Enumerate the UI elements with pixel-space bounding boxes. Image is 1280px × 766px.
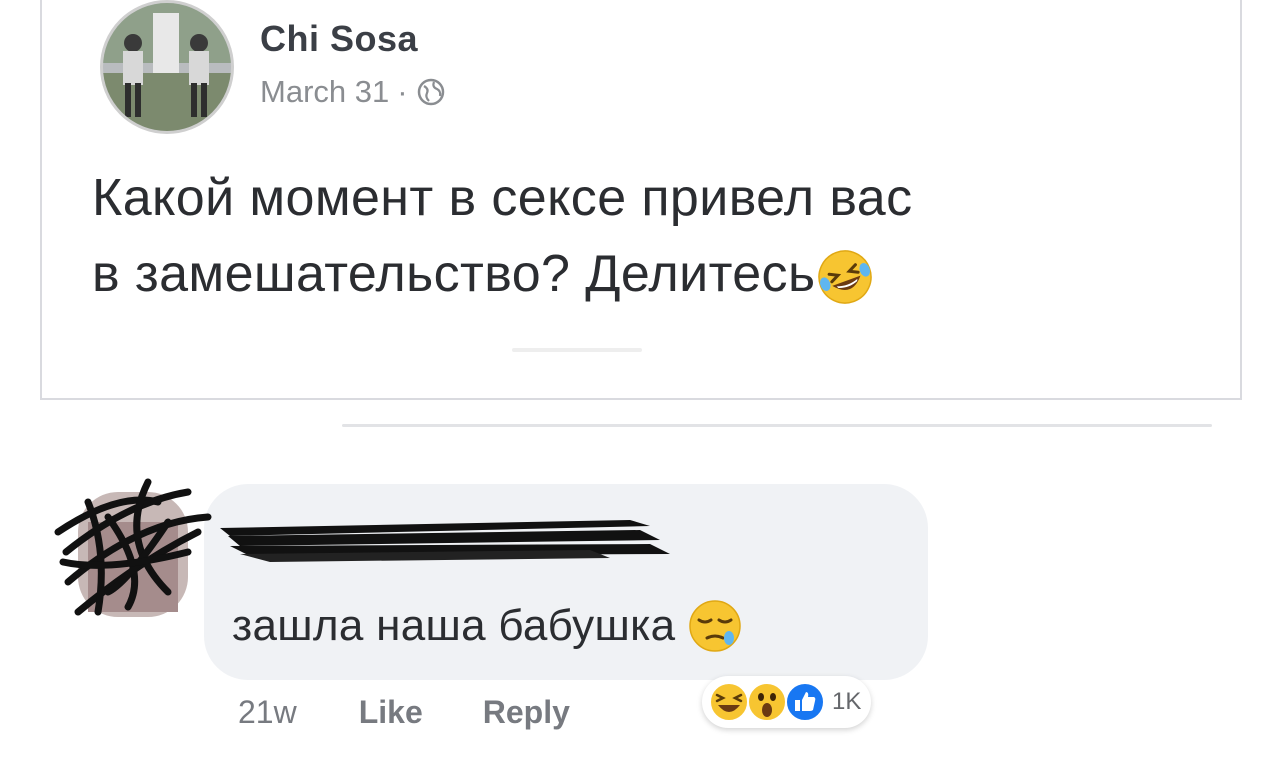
post-date[interactable]: March 31 [260, 74, 389, 110]
meta-separator: · [397, 74, 408, 109]
post-text-line-2-wrap: в замешательство? Делитесь [92, 236, 1242, 312]
comment-text: зашла наша бабушка [232, 601, 676, 650]
post-meta: March 31 · [260, 74, 446, 110]
haha-reaction-icon [709, 682, 749, 722]
section-divider [342, 424, 1212, 427]
reaction-count: 1K [832, 688, 862, 715]
like-button[interactable]: Like [359, 694, 423, 731]
redacted-commenter-name [220, 520, 670, 562]
like-reaction-icon [785, 682, 825, 722]
post-text-line-1: Какой момент в сексе привел вас [92, 169, 913, 227]
post-author-name[interactable]: Chi Sosa [260, 18, 418, 60]
faint-separator [512, 348, 642, 352]
reply-button[interactable]: Reply [483, 694, 570, 731]
author-avatar[interactable] [100, 0, 234, 134]
comment-time[interactable]: 21w [238, 694, 297, 731]
commenter-avatar-scribbled[interactable] [48, 462, 218, 622]
avatar-photo [103, 3, 231, 131]
facebook-screenshot: Chi Sosa March 31 · Какой момент в сексе… [0, 0, 1280, 766]
post-text: Какой момент в сексе привел вас в замеша… [92, 160, 1242, 312]
comment-text-row: зашла наша бабушка [232, 598, 743, 654]
rolling-laughing-emoji-icon [818, 250, 873, 305]
post-card: Chi Sosa March 31 · Какой момент в сексе… [40, 0, 1242, 400]
post-text-line-2: в замешательство? Делитесь [92, 245, 816, 303]
globe-icon [417, 78, 444, 106]
reactions-summary[interactable]: 1K [702, 676, 872, 728]
sleepy-face-emoji-icon [689, 600, 742, 652]
wow-reaction-icon [747, 682, 787, 722]
comment-actions: 21w Like Reply [238, 694, 570, 731]
